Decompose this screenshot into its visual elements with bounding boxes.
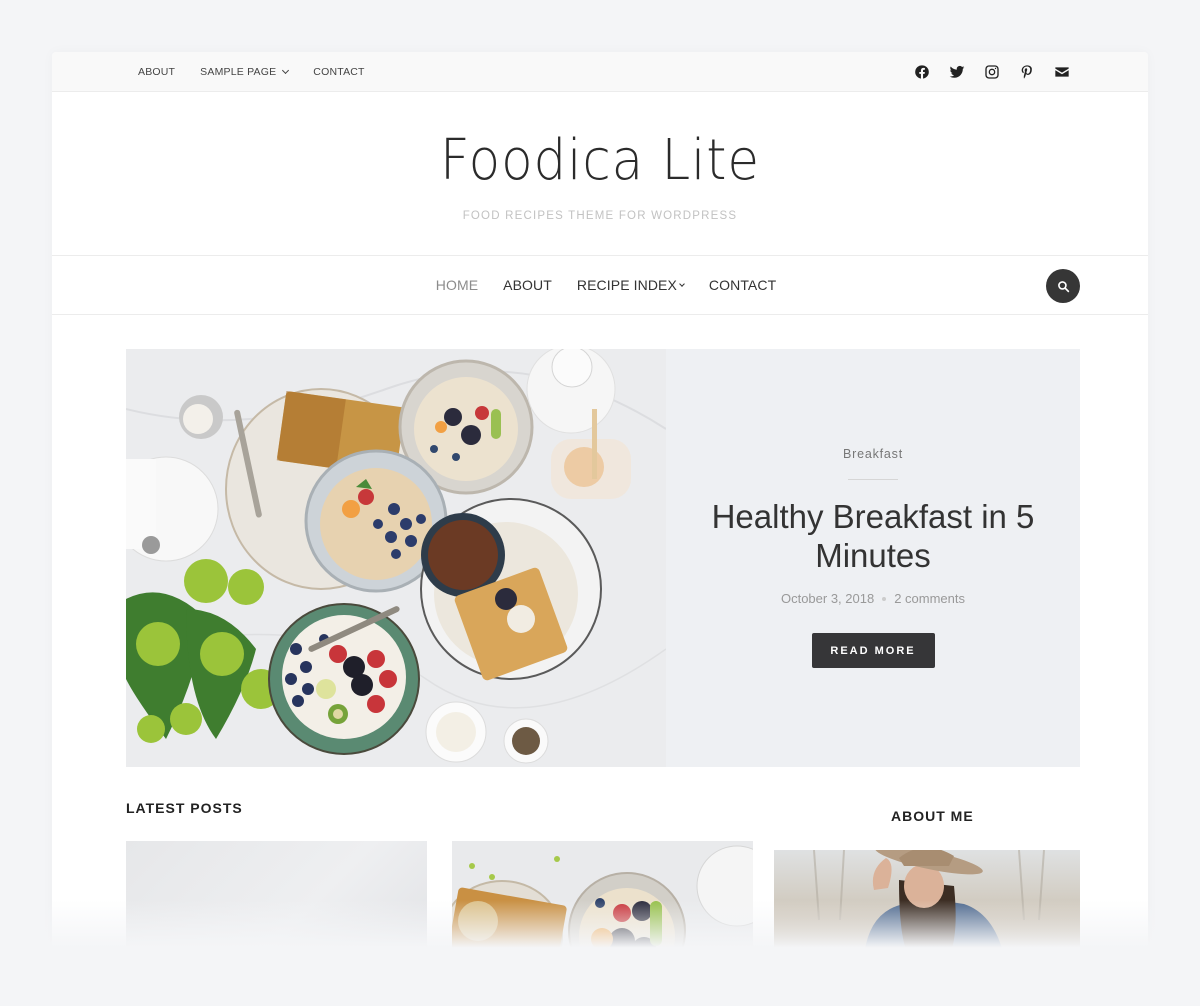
post-date: October 3, 2018 [780, 591, 875, 606]
main-nav-home[interactable]: HOME [436, 277, 478, 293]
site-tagline: FOOD RECIPES THEME FOR WORDPRESS [462, 210, 738, 222]
latest-posts-heading: LATEST POSTS [126, 800, 243, 816]
featured-post: Breakfast Healthy Breakfast in 5 Minutes… [126, 349, 1080, 767]
page-bottom-fade [0, 900, 1200, 1006]
featured-post-title[interactable]: Healthy Breakfast in 5 Minutes [666, 497, 1080, 575]
top-bar: ABOUT SAMPLE PAGE CONTACT [52, 52, 1148, 92]
email-icon[interactable] [1054, 64, 1070, 80]
top-nav-about-label: ABOUT [138, 66, 176, 78]
main-nav-recipe-index-label: RECIPE INDEX [576, 277, 677, 293]
social-links [914, 52, 1070, 92]
search-icon [1057, 280, 1069, 292]
chevron-down-icon [679, 280, 685, 287]
about-me-heading: ABOUT ME [891, 808, 974, 824]
main-nav-about[interactable]: ABOUT [503, 277, 552, 293]
top-nav-sample-page[interactable]: SAMPLE PAGE [200, 66, 290, 78]
facebook-icon[interactable] [914, 64, 930, 80]
meta-separator [882, 596, 887, 601]
post-category[interactable]: Breakfast [666, 447, 1080, 461]
main-nav-recipe-index[interactable]: RECIPE INDEX [576, 277, 685, 293]
main-nav: HOME ABOUT RECIPE INDEX CONTACT [52, 256, 1148, 315]
breakfast-table-photo[interactable] [126, 349, 666, 767]
post-meta: October 3, 2018 2 comments [666, 591, 1080, 606]
post-comments-link[interactable]: 2 comments [894, 591, 965, 606]
top-nav: ABOUT SAMPLE PAGE CONTACT [138, 52, 365, 92]
top-nav-about[interactable]: ABOUT [138, 66, 175, 78]
pinterest-icon[interactable] [1019, 64, 1035, 80]
top-nav-sample-page-label: SAMPLE PAGE [200, 66, 277, 78]
chevron-down-icon [282, 66, 290, 75]
search-button[interactable] [1046, 269, 1080, 303]
main-nav-contact[interactable]: CONTACT [709, 277, 776, 293]
read-more-button[interactable]: READ MORE [811, 633, 935, 668]
featured-post-content: Breakfast Healthy Breakfast in 5 Minutes… [666, 349, 1080, 767]
site-page: ABOUT SAMPLE PAGE CONTACT Foodica Lite F [52, 52, 1148, 952]
top-nav-contact[interactable]: CONTACT [313, 66, 364, 78]
site-header: Foodica Lite FOOD RECIPES THEME FOR WORD… [52, 92, 1148, 256]
top-nav-contact-label: CONTACT [313, 66, 365, 78]
twitter-icon[interactable] [949, 64, 965, 80]
instagram-icon[interactable] [984, 64, 1000, 80]
site-title[interactable]: Foodica Lite [96, 92, 1104, 196]
category-divider [848, 479, 898, 480]
